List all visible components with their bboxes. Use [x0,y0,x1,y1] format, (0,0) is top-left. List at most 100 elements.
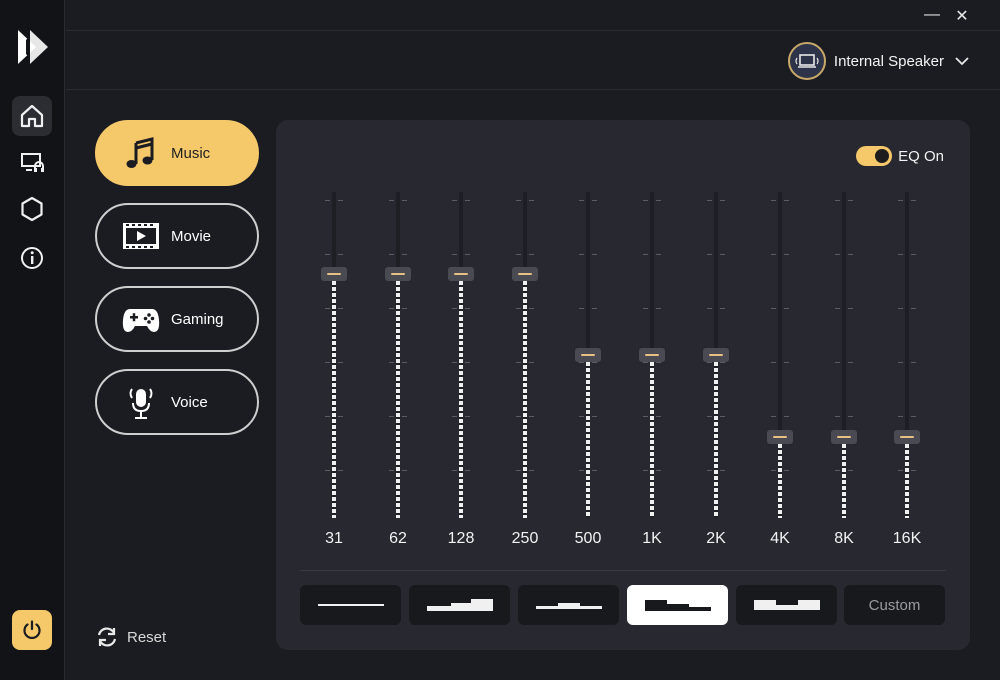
slider-thumb[interactable] [639,348,665,362]
preset-movie[interactable]: Movie [95,203,259,269]
slider-tick [516,254,521,255]
slider-thumb[interactable] [703,348,729,362]
slider-fill [650,362,654,518]
slider-tick [771,254,776,255]
curve-treble-dip-button[interactable] [736,585,837,625]
curve-bass-boost-button[interactable] [409,585,510,625]
slider-tick [835,200,840,201]
sidebar-item-settings[interactable] [12,189,52,229]
slider-tick [579,470,584,471]
eq-switch[interactable] [856,146,893,166]
slider-tick [465,254,470,255]
slider-tick [848,416,853,417]
slider-thumb[interactable] [767,429,793,444]
slider-thumb[interactable] [575,348,601,362]
slider-tick [771,308,776,309]
slider-tick [656,416,661,417]
slider-tick [402,416,407,417]
slider-tick [465,308,470,309]
eq-slider-band[interactable] [378,192,418,522]
curve-flat-button[interactable] [300,585,401,625]
slider-tick [720,254,725,255]
slider-tick [529,308,534,309]
slider-thumb[interactable] [512,266,538,281]
slider-fill [332,280,336,518]
eq-slider-band[interactable] [441,192,481,522]
slider-tick [898,308,903,309]
curve-custom-button[interactable]: Custom [844,585,945,625]
home-icon [20,104,44,128]
band-frequency-label: 1K [642,530,662,547]
sidebar-item-info[interactable] [12,238,52,278]
slider-tick [592,254,597,255]
slider-tick [784,362,789,363]
slider-tick [707,470,712,471]
power-button[interactable] [12,610,52,650]
slider-tick [784,416,789,417]
eq-toggle[interactable]: EQ On [856,146,944,166]
slider-tick [707,254,712,255]
device-selector[interactable]: Internal Speaker [787,41,970,81]
slider-tick [848,308,853,309]
preset-gaming[interactable]: Gaming [95,286,259,352]
slider-tick [389,416,394,417]
slider-tick [911,362,916,363]
reset-button[interactable]: Reset [95,625,166,649]
slider-fill [459,280,463,518]
slider-tick [784,254,789,255]
slider-tick [656,254,661,255]
slider-tick [402,470,407,471]
slider-fill [586,362,590,518]
eq-slider-band[interactable] [505,192,545,522]
slider-fill [523,280,527,518]
switch-knob [875,149,890,163]
music-note-icon [119,131,163,175]
slider-thumb[interactable] [831,429,857,444]
sidebar-item-devices[interactable] [12,142,52,182]
slider-tick [529,416,534,417]
curve-treble-dip-icon [753,600,820,610]
slider-tick [848,254,853,255]
slider-tick [784,470,789,471]
slider-tick [898,200,903,201]
slider-tick [579,416,584,417]
power-icon [23,620,41,640]
close-button[interactable]: ✕ [952,6,972,26]
slider-thumb[interactable] [448,266,474,281]
curve-mid-boost-button[interactable] [518,585,619,625]
reset-label: Reset [127,628,167,646]
slider-tick [338,416,343,417]
slider-tick [402,200,407,201]
curve-bass-cut-button[interactable] [627,585,728,625]
eq-slider-band[interactable] [696,192,736,522]
slider-tick [592,362,597,363]
sidebar-item-home[interactable] [12,96,52,136]
slider-tick [848,200,853,201]
eq-slider-band[interactable] [887,192,927,522]
eq-panel: EQ On 31 62 128 250 500 1K 2K 4K 8K 16K Custom [276,120,970,650]
slider-tick [529,362,534,363]
eq-slider-band[interactable] [824,192,864,522]
preset-music[interactable]: Music [95,120,259,186]
slider-thumb[interactable] [321,266,347,281]
slider-tick [656,362,661,363]
slider-tick [656,200,661,201]
slider-tick [707,416,712,417]
eq-slider-band[interactable] [632,192,672,522]
slider-tick [643,308,648,309]
slider-tick [452,308,457,309]
slider-tick [338,308,343,309]
slider-fill [714,362,718,518]
slider-thumb[interactable] [385,266,411,281]
slider-thumb[interactable] [894,429,920,444]
preset-voice[interactable]: Voice [95,369,259,435]
eq-slider-band[interactable] [314,192,354,522]
laptop-speaker-icon [795,54,819,68]
slider-tick [402,308,407,309]
slider-fill [842,443,846,518]
eq-slider-band[interactable] [760,192,800,522]
slider-tick [720,200,725,201]
eq-slider-band[interactable] [568,192,608,522]
slider-tick [529,200,534,201]
minimize-button[interactable]: — [922,6,942,24]
